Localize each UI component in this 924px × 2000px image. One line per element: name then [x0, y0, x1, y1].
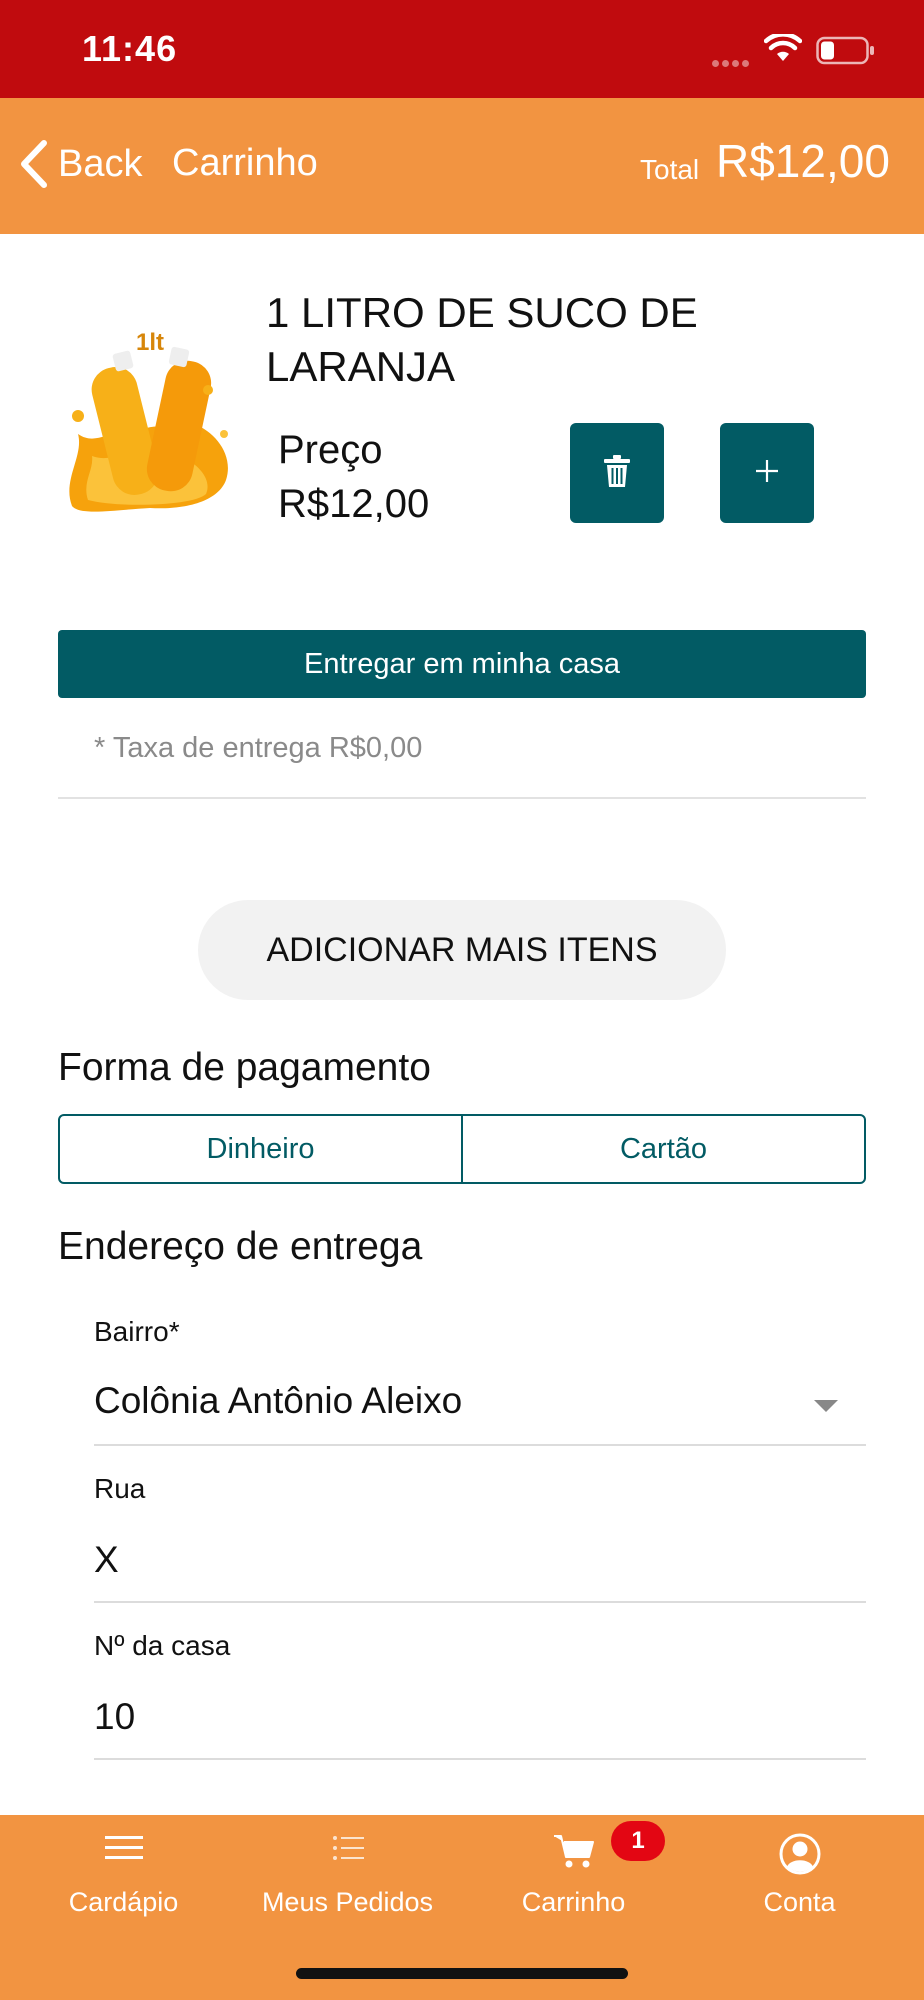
tab-label: Cardápio [68, 1887, 179, 1917]
payment-option-cash[interactable]: Dinheiro [60, 1116, 461, 1182]
page-title: Carrinho [172, 142, 318, 184]
house-number-field: Nº da casa 10 [94, 1630, 866, 1762]
neighborhood-label: Bairro* [94, 1316, 180, 1347]
add-quantity-button[interactable] [720, 423, 814, 523]
cart-icon [553, 1833, 595, 1874]
tab-bar: Cardápio Meus Pedidos 1 Carrinho Conta [0, 1815, 924, 2000]
delivery-fee-text: * Taxa de entrega R$0,00 [94, 732, 423, 764]
nav-header: Back Carrinho Total R$12,00 [0, 98, 924, 234]
chevron-left-icon [16, 139, 56, 189]
product-name: 1 LITRO DE SUCO DE LARANJA [266, 289, 698, 390]
product-image: 1lt [58, 329, 242, 520]
cart-screen: 11:46 Back Carrinho Total R$12,00 1lt 1 … [0, 0, 924, 2000]
payment-option-card[interactable]: Cartão [461, 1116, 864, 1182]
payment-section-title: Forma de pagamento [58, 1046, 431, 1089]
address-section-title: Endereço de entrega [58, 1225, 423, 1268]
house-number-input[interactable]: 10 [94, 1696, 834, 1738]
price-value: R$12,00 [278, 482, 430, 526]
back-label: Back [58, 142, 143, 185]
tab-cardapio[interactable]: Cardápio [8, 1815, 239, 1925]
list-icon [332, 1833, 364, 1868]
street-input[interactable]: X [94, 1539, 834, 1581]
tab-conta[interactable]: Conta [684, 1815, 915, 1925]
status-bar: 11:46 [0, 0, 924, 98]
battery-icon [816, 36, 876, 71]
menu-icon [104, 1833, 143, 1868]
divider [58, 797, 866, 799]
tab-label: Carrinho [521, 1887, 626, 1917]
payment-method-selector: Dinheiro Cartão [58, 1114, 866, 1184]
tab-label: Conta [763, 1887, 836, 1917]
wifi-icon [763, 32, 803, 67]
street-label: Rua [94, 1473, 146, 1504]
dropdown-caret-icon[interactable] [814, 1400, 838, 1412]
trash-icon [603, 454, 631, 493]
deliver-home-button[interactable]: Entregar em minha casa [58, 630, 866, 698]
account-icon [779, 1833, 821, 1880]
total-label: Total [640, 154, 700, 185]
tab-label: Meus Pedidos [261, 1887, 434, 1917]
house-number-label: Nº da casa [94, 1630, 231, 1661]
tab-meus-pedidos[interactable]: Meus Pedidos [232, 1815, 463, 1925]
neighborhood-select[interactable]: Colônia Antônio Aleixo [94, 1380, 834, 1422]
field-underline [94, 1758, 866, 1760]
plus-icon [754, 458, 780, 489]
back-button[interactable]: Back [16, 134, 142, 194]
add-more-items-button[interactable]: ADICIONAR MAIS ITENS [198, 900, 726, 1000]
cart-count-badge: 1 [611, 1821, 665, 1861]
home-indicator[interactable] [296, 1968, 628, 1979]
tab-carrinho[interactable]: 1 Carrinho [458, 1815, 689, 1925]
neighborhood-field: Bairro* Colônia Antônio Aleixo [94, 1316, 866, 1448]
field-underline [94, 1444, 866, 1446]
remove-item-button[interactable] [570, 423, 664, 523]
street-field: Rua X [94, 1473, 866, 1605]
field-underline [94, 1601, 866, 1603]
product-image-caption: 1lt [136, 330, 164, 356]
cellular-signal-icon [712, 54, 752, 72]
total-value: R$12,00 [716, 135, 890, 187]
status-time: 11:46 [82, 28, 178, 69]
price-label: Preço [278, 428, 383, 472]
